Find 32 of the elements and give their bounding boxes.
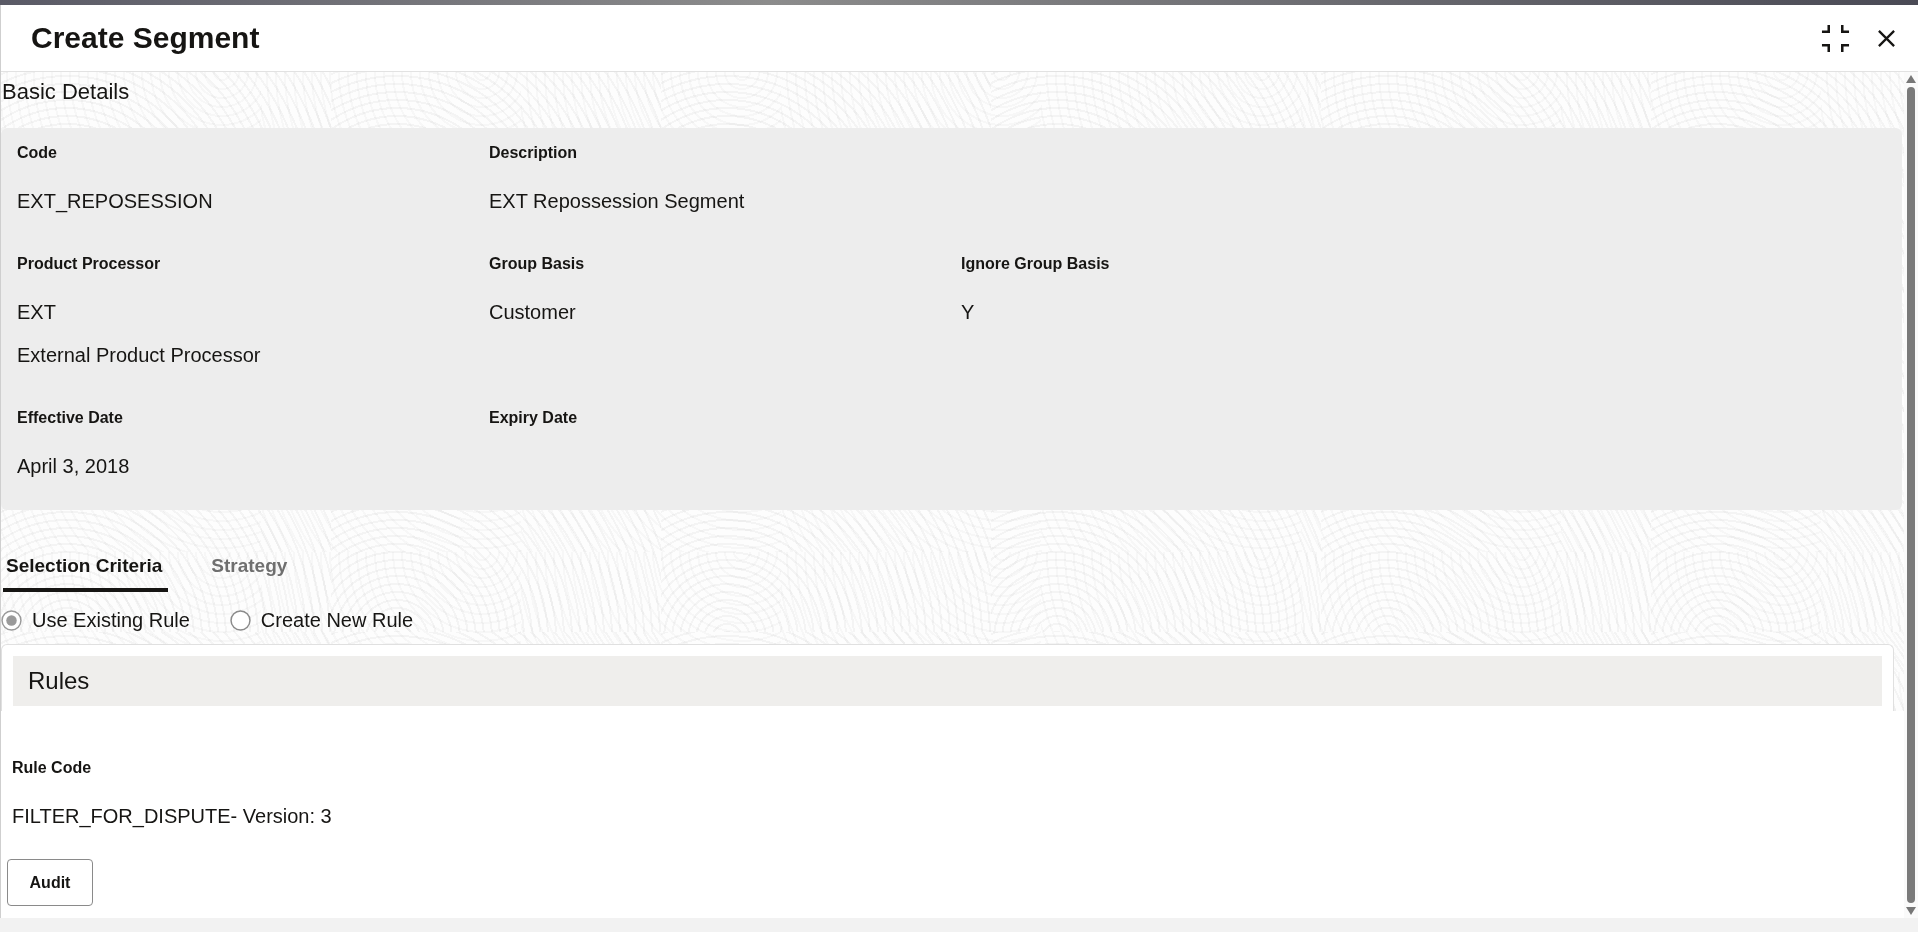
compress-icon[interactable] (1821, 23, 1850, 53)
radio-button[interactable] (229, 609, 251, 631)
section-heading: Basic Details (1, 78, 131, 106)
field-label: Code (17, 143, 58, 163)
scrollbar[interactable] (1904, 72, 1918, 918)
field-label: Rule Code (12, 758, 93, 778)
tab[interactable]: Selection Criteria (3, 550, 169, 592)
field-label: Group Basis (489, 254, 586, 274)
scrollbar-thumb[interactable] (1907, 87, 1915, 903)
field-value: EXT (17, 300, 57, 325)
field-value: Customer (489, 300, 577, 325)
field-value: EXT Repossession Segment (489, 189, 746, 214)
field-value: EXT_REPOSESSION (17, 189, 214, 215)
field-value: April 3, 2018 (17, 454, 131, 479)
section-title: Rules (28, 666, 90, 696)
audit-button[interactable]: Audit (7, 859, 93, 906)
field-value: External Product Processor (17, 343, 262, 368)
close-icon[interactable] (1877, 28, 1896, 48)
dialog-title: Create Segment (31, 20, 260, 56)
field-label: Effective Date (17, 408, 124, 428)
scroll-down-icon[interactable] (1906, 907, 1916, 915)
field-label: Expiry Date (489, 408, 579, 428)
radio-label[interactable]: Create New Rule (260, 606, 414, 634)
field-label: Ignore Group Basis (961, 254, 1111, 274)
radio-button[interactable] (1, 609, 22, 631)
field-label: Description (489, 143, 578, 163)
scroll-up-icon[interactable] (1906, 75, 1916, 83)
tab[interactable]: Strategy (208, 550, 294, 592)
field-label: Product Processor (17, 254, 162, 274)
field-value: Y (961, 300, 976, 325)
field-value: FILTER_FOR_DISPUTE- Version: 3 (12, 804, 333, 830)
radio-label[interactable]: Use Existing Rule (32, 606, 190, 634)
